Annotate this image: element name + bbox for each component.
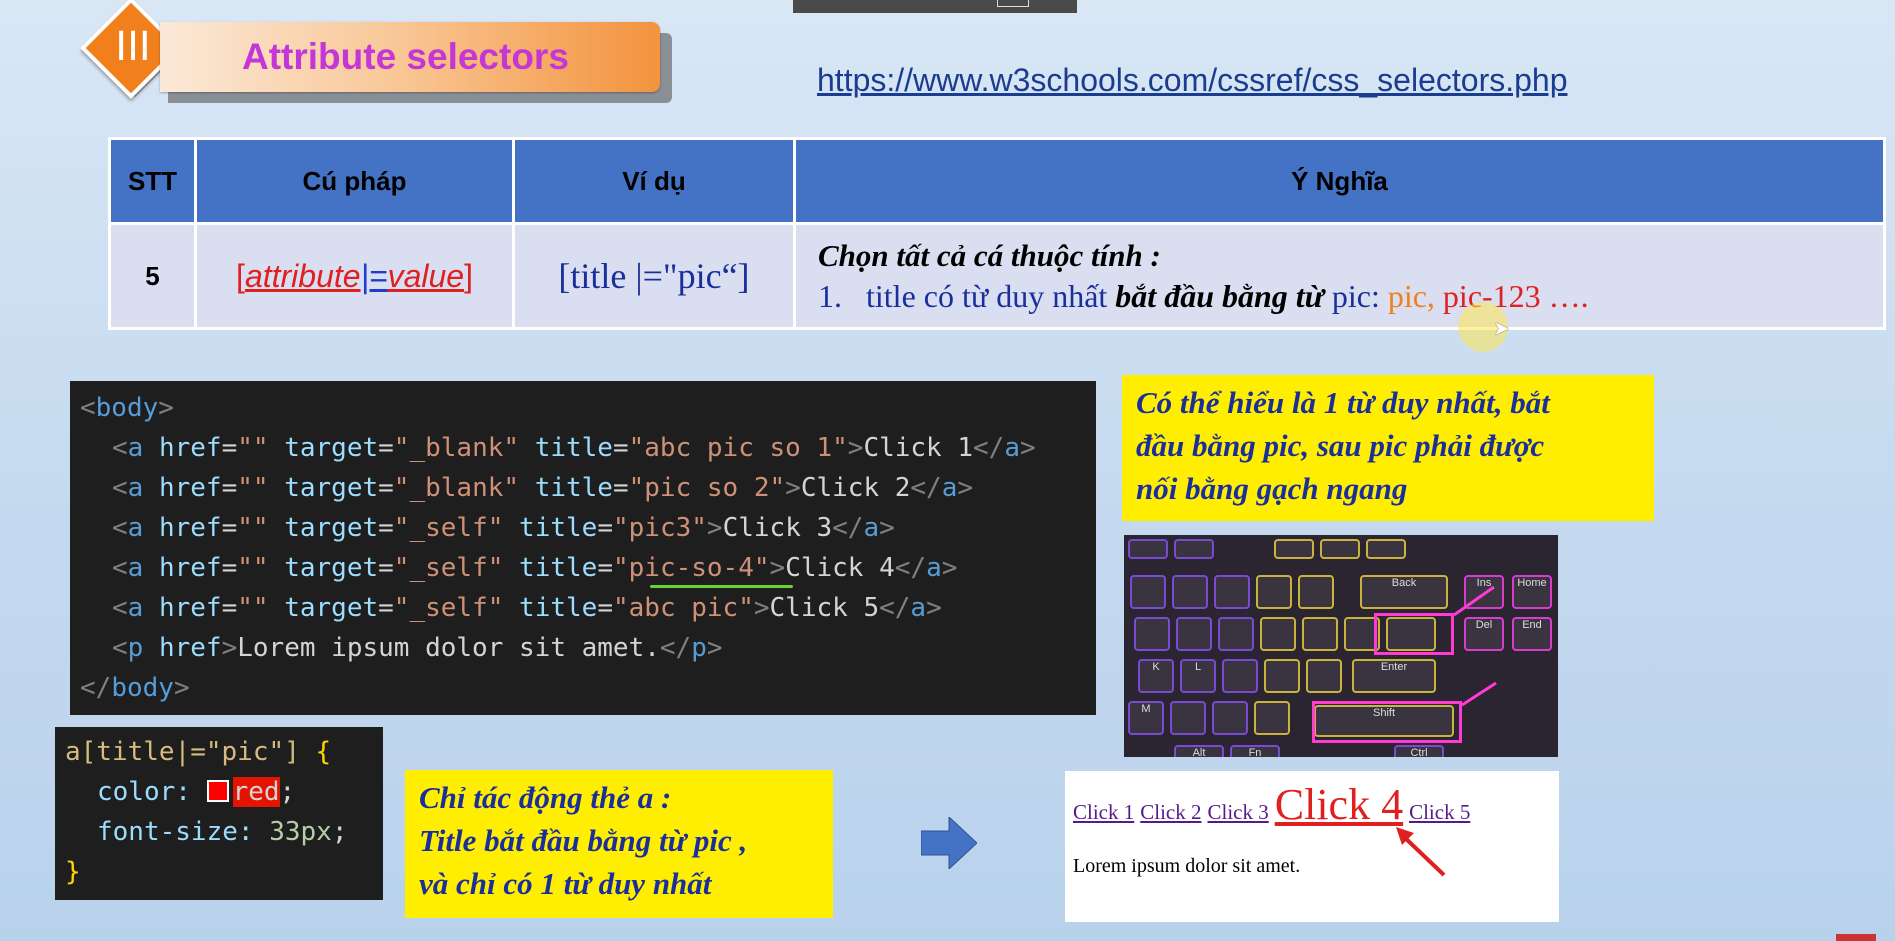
output-link-5[interactable]: Click 5 [1409, 800, 1470, 824]
title-banner: Attribute selectors [160, 22, 660, 92]
header-stt: STT [108, 137, 197, 225]
keyboard-pointer-lines [1453, 585, 1497, 707]
code-line: <p href>Lorem ipsum dolor sit amet.</p> [112, 633, 723, 663]
row-stt: 5 [108, 222, 197, 330]
code-line: <a href="" target="_self" title="pic3">C… [112, 513, 895, 543]
css-line: color: red; [97, 777, 296, 807]
keyboard-photo: Back Ins Home Del End K L Enter M Shift … [1124, 535, 1558, 757]
header-example: Ví dụ [512, 137, 796, 225]
output-link-3[interactable]: Click 3 [1208, 800, 1269, 824]
right-arrow-icon [921, 817, 977, 869]
css-line: } [65, 857, 81, 887]
output-link-2[interactable]: Click 2 [1140, 800, 1201, 824]
recording-indicator [1836, 934, 1876, 941]
row-syntax: [attribute|=value] [194, 222, 515, 330]
html-code-block: <body> <a href="" target="_blank" title=… [70, 381, 1096, 715]
mouse-pointer-icon: ➤ [1493, 318, 1510, 340]
window-control[interactable] [997, 0, 1029, 7]
meaning-item: 1. title có từ duy nhất bắt đầu bằng từ … [818, 277, 1589, 314]
browser-output: Click 1 Click 2 Click 3 Click 4 Click 5 Lore… [1065, 771, 1559, 922]
table-row: 5 [attribute|=value] [title |="pic“] Chọ… [108, 222, 1886, 330]
css-line: a[title|="pic"] { [65, 737, 332, 767]
code-line: <a href="" target="_self" title="pic-so-… [112, 553, 958, 583]
selector-table: STT Cú pháp Ví dụ Ý Nghĩa 5 [attribute|=… [108, 137, 1886, 330]
code-line: <a href="" target="_blank" title="abc pi… [112, 433, 1036, 463]
meaning-heading: Chọn tất cả cá thuộc tính : [818, 237, 1161, 273]
header-meaning: Ý Nghĩa [793, 137, 1886, 225]
color-swatch-icon [206, 779, 229, 802]
code-line: <a href="" target="_blank" title="pic so… [112, 473, 974, 503]
note-effect: Chỉ tác động thẻ a : Title bắt đầu bằng … [405, 770, 833, 918]
row-meaning: Chọn tất cả cá thuộc tính : 1. title có … [793, 222, 1886, 330]
css-code-block: a[title|="pic"] { color: red; font-size:… [55, 727, 383, 900]
output-paragraph: Lorem ipsum dolor sit amet. [1073, 855, 1301, 877]
reference-link[interactable]: https://www.w3schools.com/cssref/css_sel… [817, 62, 1568, 99]
output-link-4[interactable]: Click 4 [1275, 780, 1403, 829]
highlight-underline [650, 585, 793, 588]
code-line: </body> [80, 673, 190, 703]
row-example: [title |="pic“] [512, 222, 796, 330]
header-syntax: Cú pháp [194, 137, 515, 225]
table-header-row: STT Cú pháp Ví dụ Ý Nghĩa [108, 137, 1886, 225]
red-arrow-icon [1396, 827, 1446, 877]
code-line: <body> [80, 393, 174, 423]
top-window-bar [793, 0, 1077, 13]
code-line: <a href="" target="_self" title="abc pic… [112, 593, 942, 623]
output-link-1[interactable]: Click 1 [1073, 800, 1134, 824]
slide-title: Attribute selectors [242, 36, 569, 77]
note-explanation: Có thể hiểu là 1 từ duy nhất, bắt đầu bằ… [1122, 375, 1654, 521]
css-line: font-size: 33px; [97, 817, 348, 847]
